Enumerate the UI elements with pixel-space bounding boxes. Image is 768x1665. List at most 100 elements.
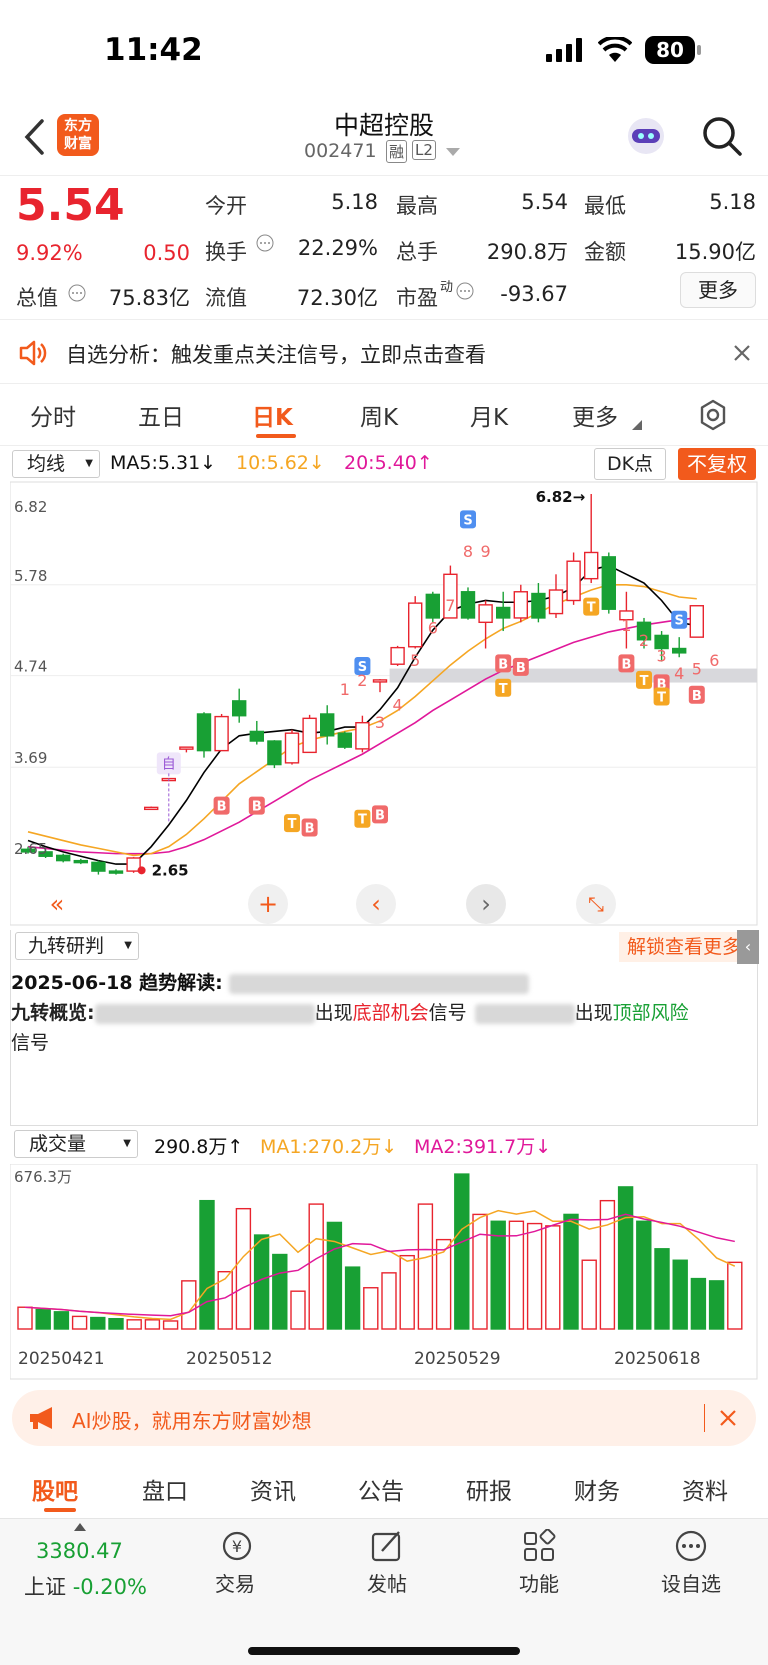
info-icon[interactable] <box>256 234 274 252</box>
candle-body <box>56 854 71 862</box>
kline-chart[interactable]: B BBBB B BBBSSST TTTTT1 2345678 91234 5 6自6.82→2… <box>10 446 758 926</box>
volume-bar <box>144 1319 161 1330</box>
tab-announcements[interactable]: 公告 <box>358 1472 404 1506</box>
alert-text: 自选分析：触发重点关注信号，立即点击查看 <box>66 343 486 367</box>
caret-up-icon <box>74 1523 86 1531</box>
nine-turn-select[interactable]: 九转研判 ▼ <box>15 932 139 960</box>
pe-label: 市盈 <box>396 286 438 310</box>
info-icon[interactable] <box>456 282 474 300</box>
trade-icon: ¥ <box>222 1531 252 1561</box>
nine-up-count: 8 <box>463 542 473 561</box>
volume-bar <box>217 1271 233 1330</box>
volume-bar <box>344 1266 361 1330</box>
buy-signal-letter: B <box>217 800 227 815</box>
back-icon[interactable] <box>22 118 46 156</box>
y-tick-label: 2.65 <box>14 840 47 858</box>
tab-daily-k[interactable]: 日K <box>252 398 293 432</box>
tab-weekly-k[interactable]: 周K <box>360 398 398 432</box>
trade-button[interactable]: ¥ 交易 <box>180 1529 290 1597</box>
info-icon[interactable] <box>68 284 86 302</box>
more-dots-icon <box>675 1530 707 1562</box>
more-button[interactable]: 更多 <box>680 272 756 308</box>
nine-down-count: 4 <box>674 664 684 683</box>
candle-body <box>513 591 528 619</box>
volume-bar <box>636 1220 652 1330</box>
unlock-more-button[interactable]: 解锁查看更多 <box>619 932 755 962</box>
volume-bar <box>454 1173 470 1330</box>
nine-up-count: 1 <box>340 680 350 699</box>
function-button[interactable]: 功能 <box>484 1528 594 1597</box>
nine-down-count: 3 <box>657 647 667 666</box>
trend-signal-letter: T <box>640 674 649 689</box>
tab-more[interactable]: 更多 <box>572 398 618 432</box>
chevron-right-icon[interactable]: › <box>466 884 506 924</box>
zoom-in-icon[interactable]: + <box>248 884 288 924</box>
tab-intraday[interactable]: 分时 <box>30 398 76 432</box>
sell-signal-letter: S <box>463 513 472 528</box>
tab-five-day[interactable]: 五日 <box>138 398 184 432</box>
tab-profile[interactable]: 资料 <box>682 1472 728 1506</box>
l2-tag: L2 <box>412 140 436 160</box>
volume-indicator-select[interactable]: 成交量 ▼ <box>14 1130 138 1158</box>
index-value[interactable]: 3380.47 <box>36 1539 123 1563</box>
collapse-icon[interactable]: ‹ <box>737 930 759 964</box>
candle-body <box>337 732 352 748</box>
active-tab-indicator <box>44 1508 76 1512</box>
nine-down-count: 5 <box>692 660 702 679</box>
high-label: 最高 <box>396 194 438 218</box>
trend-signal-letter: T <box>288 817 297 832</box>
fullscreen-icon[interactable]: ⤡ <box>576 884 616 924</box>
tab-news[interactable]: 资讯 <box>250 1472 296 1506</box>
x-tick-label: 20250529 <box>414 1349 501 1369</box>
x-tick-label: 20250421 <box>18 1349 105 1369</box>
nine-down-count: 6 <box>709 651 719 670</box>
close-icon[interactable] <box>720 1410 736 1426</box>
index-label[interactable]: 上证 -0.20% <box>24 1571 147 1601</box>
period-tabs: 分时 五日 日K 周K 月K 更多 <box>0 384 768 446</box>
quote-panel: 5.54 9.92% 0.50 总值 75.83亿 今开 5.18 换手 22.… <box>0 176 768 320</box>
add-watchlist-button[interactable]: 设自选 <box>636 1529 746 1597</box>
change-percent: 9.92% <box>16 241 83 265</box>
buy-signal-letter: B <box>516 661 526 676</box>
volume-bar <box>708 1280 725 1330</box>
close-icon[interactable] <box>733 344 751 362</box>
candle-body <box>302 717 317 754</box>
stock-code: 002471 <box>304 140 377 162</box>
chevron-left-icon[interactable]: ‹ <box>356 884 396 924</box>
volume-bar <box>35 1308 51 1330</box>
buy-signal-letter: B <box>692 689 702 704</box>
high-value: 5.54 <box>521 190 568 214</box>
chevron-down-icon[interactable] <box>446 148 460 156</box>
volume-bar <box>90 1316 106 1330</box>
ai-promo-banner[interactable]: AI炒股，就用东方财富妙想 <box>12 1390 756 1446</box>
volume-bar <box>581 1259 597 1330</box>
rewind-icon[interactable]: « <box>37 884 77 924</box>
volume-current: 290.8万↑ <box>154 1136 244 1158</box>
search-icon[interactable] <box>700 114 744 158</box>
amount-value: 15.90亿 <box>674 240 756 264</box>
watchlist-alert-banner[interactable]: 自选分析：触发重点关注信号，立即点击查看 <box>0 322 768 384</box>
settings-icon[interactable] <box>696 398 730 432</box>
candle-body <box>249 730 265 742</box>
tab-finance[interactable]: 财务 <box>574 1472 620 1506</box>
tab-pankou[interactable]: 盘口 <box>142 1472 188 1506</box>
volume-bar <box>381 1272 397 1330</box>
tab-research[interactable]: 研报 <box>466 1472 512 1506</box>
battery-icon: 80 <box>645 36 695 64</box>
post-button[interactable]: 发帖 <box>332 1529 442 1597</box>
volume-chart[interactable]: 676.3万 20250421 20250512 20250529 20250618 <box>10 1164 758 1380</box>
volume-bar <box>563 1213 579 1330</box>
tab-guba[interactable]: 股吧 <box>32 1472 78 1506</box>
tab-monthly-k[interactable]: 月K <box>470 398 508 432</box>
volume-bar <box>17 1306 33 1330</box>
robot-assistant-icon[interactable] <box>624 114 668 158</box>
volume-panel: 成交量 ▼ 290.8万↑ MA1:270.2万↓ MA2:391.7万↓ 676… <box>10 1130 758 1380</box>
amount-label: 金额 <box>584 240 626 264</box>
candle-body <box>284 732 300 764</box>
turnover-value: 22.29% <box>297 236 378 260</box>
volume-label: 总手 <box>396 240 438 264</box>
volume-bar <box>290 1290 306 1330</box>
volume-bar <box>417 1203 434 1330</box>
volume-bar <box>727 1261 743 1330</box>
volume-bar <box>490 1220 506 1330</box>
